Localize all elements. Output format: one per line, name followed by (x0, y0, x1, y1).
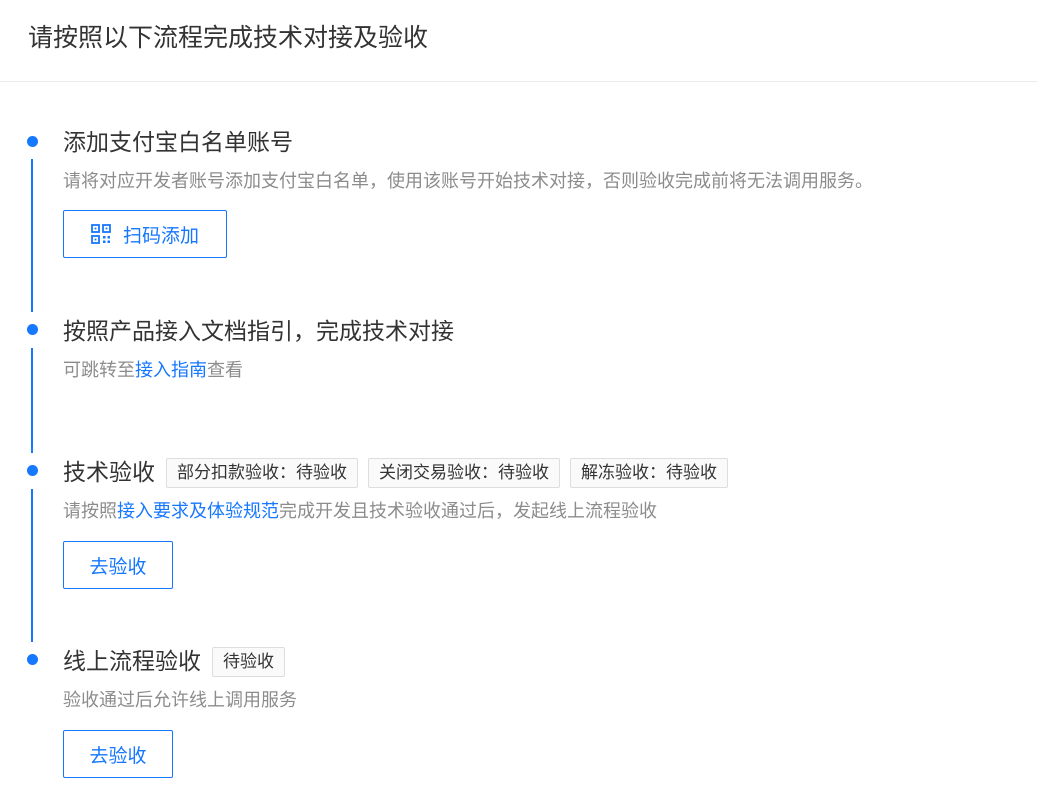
step-title-row: 按照产品接入文档指引，完成技术对接 (63, 316, 454, 348)
step-title: 按照产品接入文档指引，完成技术对接 (63, 319, 454, 345)
status-badge-close-trade: 关闭交易验收：待验收 (368, 458, 560, 488)
page-title: 请按照以下流程完成技术对接及验收 (28, 23, 429, 52)
step-title-row: 技术验收 部分扣款验收：待验收 关闭交易验收：待验收 解冻验收：待验收 (63, 457, 728, 489)
go-accept-button[interactable]: 去验收 (63, 730, 173, 778)
step-whitelist-account: 添加支付宝白名单账号 请将对应开发者账号添加支付宝白名单，使用该账号开始技术对接… (63, 127, 873, 258)
step-technical-acceptance: 技术验收 部分扣款验收：待验收 关闭交易验收：待验收 解冻验收：待验收 请按照接… (63, 457, 728, 589)
step-2-connector-line (31, 348, 33, 453)
step-3-dot (27, 465, 38, 476)
step-title-row: 线上流程验收 待验收 (63, 646, 297, 678)
go-accept-button-label: 去验收 (89, 744, 147, 767)
scan-add-button[interactable]: 扫码添加 (63, 210, 227, 258)
step-title: 添加支付宝白名单账号 (63, 130, 293, 156)
scan-add-button-label: 扫码添加 (122, 224, 199, 247)
integration-requirements-link[interactable]: 接入要求及体验规范 (117, 501, 279, 522)
step-title: 技术验收 (63, 460, 155, 486)
status-badge-unfreeze: 解冻验收：待验收 (570, 458, 728, 488)
step-description: 请将对应开发者账号添加支付宝白名单，使用该账号开始技术对接，否则验收完成前将无法… (63, 171, 873, 192)
status-badge-online-acceptance: 待验收 (212, 647, 285, 677)
desc-prefix: 可跳转至 (63, 360, 135, 381)
step-2-dot (27, 324, 38, 335)
step-title-row: 添加支付宝白名单账号 (63, 127, 873, 159)
step-technical-integration: 按照产品接入文档指引，完成技术对接 可跳转至接入指南查看 (63, 316, 454, 384)
step-3-connector-line (31, 489, 33, 642)
desc-suffix: 查看 (207, 360, 243, 381)
step-description: 请按照接入要求及体验规范完成开发且技术验收通过后，发起线上流程验收 (63, 499, 728, 525)
status-badge-partial-deduction: 部分扣款验收：待验收 (166, 458, 358, 488)
go-accept-button[interactable]: 去验收 (63, 541, 173, 589)
integration-guide-link[interactable]: 接入指南 (135, 360, 207, 381)
desc-suffix: 完成开发且技术验收通过后，发起线上流程验收 (279, 501, 657, 522)
desc-prefix: 请按照 (63, 501, 117, 522)
step-description: 可跳转至接入指南查看 (63, 358, 454, 384)
qrcode-icon (91, 224, 111, 244)
page-header: 请按照以下流程完成技术对接及验收 (0, 0, 1037, 82)
step-4-dot (27, 654, 38, 665)
step-description: 验收通过后允许线上调用服务 (63, 690, 297, 711)
step-online-acceptance: 线上流程验收 待验收 验收通过后允许线上调用服务 去验收 (63, 646, 297, 778)
step-1-connector-line (31, 159, 33, 312)
go-accept-button-label: 去验收 (89, 555, 147, 578)
step-1-dot (27, 136, 38, 147)
step-title: 线上流程验收 (63, 649, 201, 675)
